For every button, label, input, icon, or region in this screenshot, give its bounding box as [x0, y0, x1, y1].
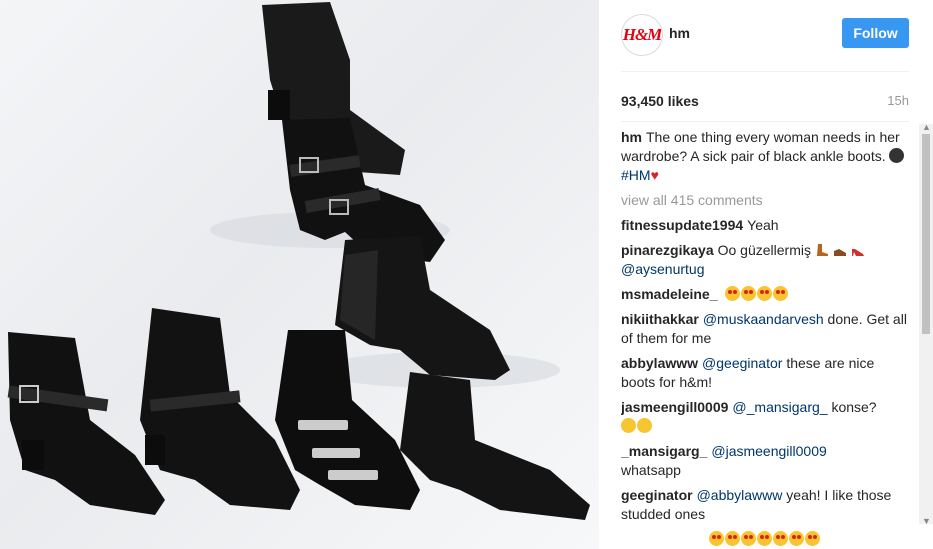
- comment-username[interactable]: msmadeleine_: [621, 286, 718, 302]
- comment: nikiithakkar @muskaandarvesh done. Get al…: [621, 310, 911, 348]
- heart-eyes-icon: [773, 531, 788, 546]
- view-all-comments[interactable]: view all 415 comments: [621, 191, 911, 210]
- bomb-icon: [889, 148, 905, 163]
- comment-text: konse?: [831, 399, 877, 415]
- heart-eyes-icon: [725, 286, 741, 301]
- avatar[interactable]: H&M: [621, 14, 663, 56]
- comment-mention[interactable]: @geeginator: [702, 355, 782, 371]
- scrollbar-thumb[interactable]: [922, 134, 930, 334]
- comments-list: hm The one thing every woman needs in her…: [621, 128, 911, 549]
- comment: msmadeleine_: [621, 285, 911, 304]
- heart-eyes-icon: [709, 531, 724, 546]
- shoe-icon: [833, 249, 846, 256]
- heart-eyes-icon: [725, 531, 740, 546]
- comment-mention[interactable]: @aysenurtug: [621, 261, 704, 277]
- post-photo[interactable]: [0, 0, 599, 549]
- comment-partial: [621, 530, 911, 549]
- divider: [621, 71, 909, 72]
- comment-username[interactable]: abbylawww: [621, 355, 698, 371]
- comment-username[interactable]: jasmeengill0009: [621, 399, 728, 415]
- comment-text: whatsapp: [621, 462, 681, 478]
- heart-eyes-icon: [773, 286, 789, 301]
- caption-username[interactable]: hm: [621, 129, 642, 145]
- comment-text: Yeah: [747, 217, 779, 233]
- comment-username[interactable]: _mansigarg_: [621, 443, 707, 459]
- comments-scrollbar[interactable]: ▲ ▼: [919, 122, 933, 526]
- comment-mention[interactable]: @jasmeengill0009: [711, 443, 826, 459]
- post-modal: H&M hm Follow 93,450 likes 15h hm The one…: [0, 0, 933, 549]
- heart-eyes-icon: [757, 531, 772, 546]
- boot-icon: [816, 244, 828, 256]
- heart-eyes-icon: [741, 531, 756, 546]
- high-heel-icon: [851, 249, 864, 256]
- comment-username[interactable]: geeginator: [621, 487, 693, 503]
- comment-username[interactable]: nikiithakkar: [621, 311, 699, 327]
- post-username[interactable]: hm: [669, 25, 690, 41]
- thinking-face-icon: [621, 418, 636, 433]
- post-header: H&M hm Follow: [599, 0, 933, 72]
- comment-mention[interactable]: @_mansigarg_: [732, 399, 827, 415]
- divider: [621, 121, 909, 122]
- comment: abbylawww @geeginator these are nice boot…: [621, 354, 911, 392]
- comment-mention[interactable]: @abbylawww: [697, 487, 783, 503]
- heart-eyes-icon: [757, 286, 773, 301]
- caption: hm The one thing every woman needs in her…: [621, 128, 911, 185]
- comment: fitnessupdate1994 Yeah: [621, 216, 911, 235]
- post-sidebar: H&M hm Follow 93,450 likes 15h hm The one…: [599, 0, 933, 549]
- likes-count[interactable]: 93,450 likes: [621, 93, 699, 109]
- heart-icon: ♥: [650, 167, 659, 183]
- comment: jasmeengill0009 @_mansigarg_ konse?: [621, 398, 911, 436]
- hashtag-link[interactable]: #HM: [621, 167, 651, 183]
- comment-username[interactable]: pinarezgikaya: [621, 242, 714, 258]
- heart-eyes-icon: [741, 286, 757, 301]
- heart-eyes-icon: [789, 531, 804, 546]
- scroll-up-icon[interactable]: ▲: [922, 122, 931, 132]
- caption-text: The one thing every woman needs in her w…: [621, 129, 900, 164]
- follow-button[interactable]: Follow: [842, 18, 909, 48]
- comment-username[interactable]: fitnessupdate1994: [621, 217, 743, 233]
- wink-face-icon: [637, 418, 652, 433]
- comment: geeginator @abbylawww yeah! I like those …: [621, 486, 911, 524]
- post-time[interactable]: 15h: [887, 93, 909, 108]
- heart-eyes-icon: [805, 531, 820, 546]
- comment-text: Oo güzellermiş: [717, 242, 811, 258]
- comment-mention[interactable]: @muskaandarvesh: [703, 311, 824, 327]
- comment: pinarezgikaya Oo güzellermiş @aysenurtug: [621, 241, 911, 279]
- boots-image: [7, 2, 590, 520]
- scroll-down-icon[interactable]: ▼: [922, 516, 931, 526]
- avatar-logo: H&M: [622, 25, 662, 44]
- comment: _mansigarg_ @jasmeengill0009 whatsapp: [621, 442, 911, 480]
